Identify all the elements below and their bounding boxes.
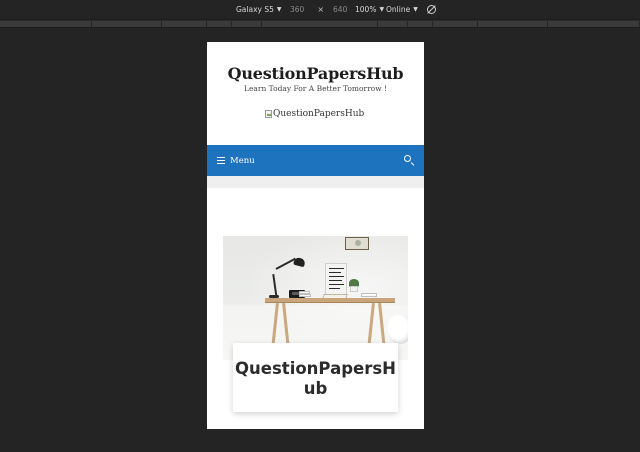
dimension-separator: × (317, 5, 325, 14)
chair (387, 314, 408, 344)
device-select[interactable]: Galaxy S5 ▼ (236, 0, 282, 19)
devtools-device-toolbar: Galaxy S5 ▼ 360 × 640 100% ▼ Online ▼ (0, 0, 640, 19)
search-icon (404, 155, 411, 162)
chevron-down-icon: ▼ (379, 6, 385, 13)
width-input[interactable]: 360 (290, 5, 304, 14)
post-featured-image[interactable] (223, 236, 408, 360)
site-title[interactable]: QuestionPapersHub (207, 64, 424, 83)
menu-label: Menu (230, 155, 255, 166)
content-separator (207, 176, 424, 188)
media-query-ruler[interactable] (0, 19, 640, 28)
primary-navigation: Menu (207, 145, 424, 176)
rotate-icon (427, 5, 436, 14)
post-title-line1: QuestionPapersH (235, 359, 396, 378)
height-input[interactable]: 640 (333, 5, 347, 14)
chevron-down-icon: ▼ (276, 6, 282, 13)
menu-toggle-button[interactable]: Menu (217, 156, 255, 166)
network-throttle-select[interactable]: Online ▼ (386, 0, 418, 19)
device-viewport: QuestionPapersHub Learn Today For A Bett… (207, 42, 424, 429)
site-logo[interactable]: QuestionPapersHub (265, 109, 364, 119)
network-value: Online (386, 5, 411, 14)
wall-frame (345, 237, 369, 250)
dimensions: 360 × 640 (290, 0, 347, 19)
post-title[interactable]: QuestionPapersH ub (233, 359, 398, 399)
zoom-select[interactable]: 100% ▼ (355, 0, 384, 19)
chevron-down-icon: ▼ (413, 6, 418, 13)
zoom-value: 100% (355, 5, 377, 14)
post-title-card[interactable]: QuestionPapersH ub (233, 343, 398, 412)
site-tagline: Learn Today For A Better Tomorrow ! (243, 84, 388, 93)
post-title-line2: ub (303, 379, 328, 398)
poster (325, 263, 347, 295)
device-name: Galaxy S5 (236, 5, 274, 14)
hamburger-icon (217, 157, 225, 165)
logo-alt-text: QuestionPapersHub (273, 109, 365, 119)
broken-image-icon (265, 110, 272, 118)
rotate-button[interactable] (427, 0, 436, 19)
search-button[interactable] (404, 155, 415, 167)
